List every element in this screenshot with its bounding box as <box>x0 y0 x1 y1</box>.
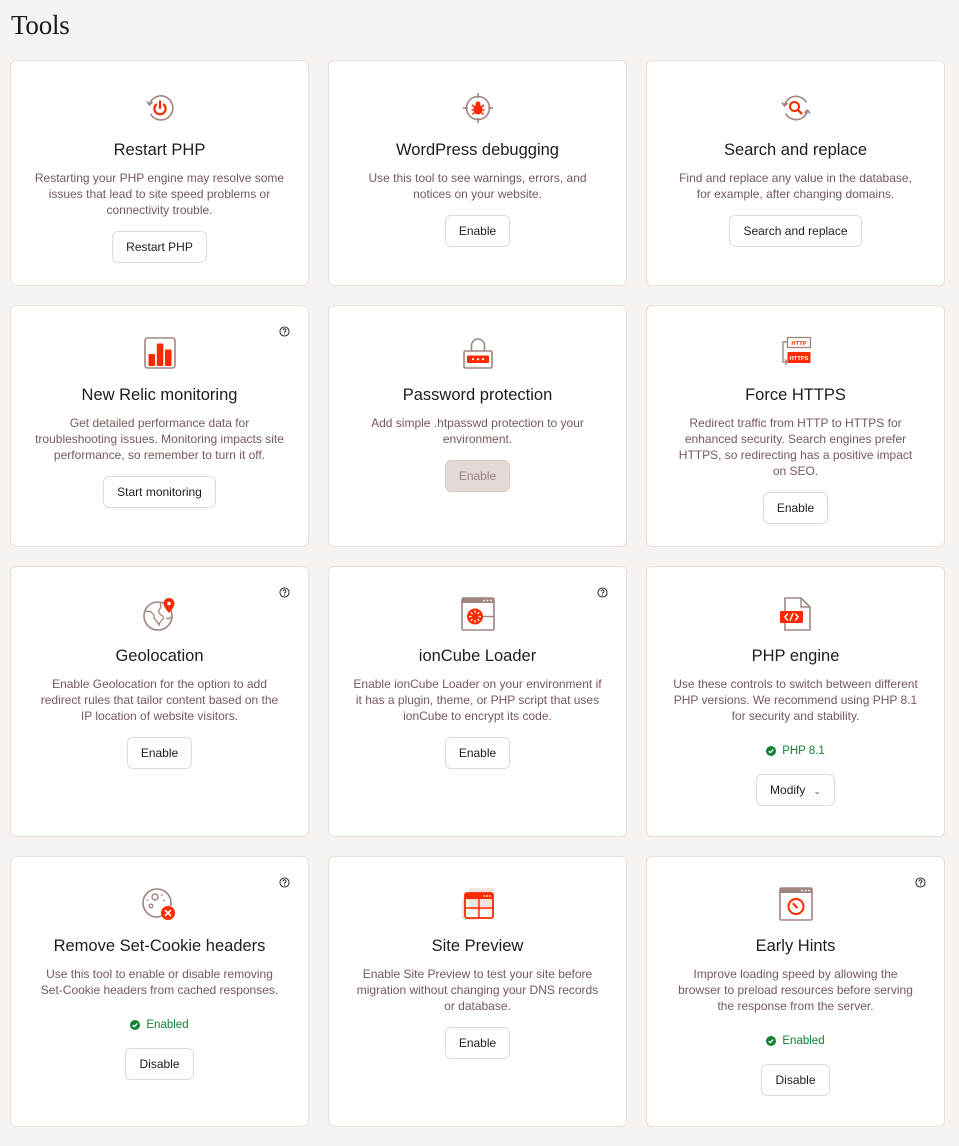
card-description: Find and replace any value in the databa… <box>679 171 912 201</box>
bug-target-icon <box>329 89 626 127</box>
check-circle-icon <box>766 746 777 756</box>
chevron-down-icon: ⌄ <box>813 786 821 796</box>
tool-card-php-engine: PHP engine Use these controls to switch … <box>646 566 945 837</box>
tool-card-site-preview: Site Preview Enable Site Preview to test… <box>328 856 627 1127</box>
http-to-https-icon: HTTP HTTPS <box>647 334 944 372</box>
enable-force-https-button[interactable]: Enable <box>762 492 829 524</box>
modify-php-dropdown[interactable]: Modify ⌄ <box>756 774 835 806</box>
browser-loader-icon <box>329 595 626 633</box>
page-title: Tools <box>11 10 70 40</box>
help-icon[interactable] <box>279 587 290 598</box>
disable-set-cookie-button[interactable]: Disable <box>125 1048 194 1080</box>
card-title: Remove Set-Cookie headers <box>53 937 266 955</box>
card-title: Site Preview <box>431 937 524 955</box>
help-icon[interactable] <box>279 326 290 337</box>
enable-debugging-button[interactable]: Enable <box>444 215 511 247</box>
restart-php-button[interactable]: Restart PHP <box>112 231 207 263</box>
status-text: Enabled <box>782 1035 825 1047</box>
status-text: PHP 8.1 <box>782 745 825 757</box>
card-description: Use this tool to enable or disable remov… <box>40 967 279 997</box>
card-description: Restarting your PHP engine may resolve s… <box>34 171 285 217</box>
tool-card-remove-set-cookie-headers: Remove Set-Cookie headers Use this tool … <box>10 856 309 1127</box>
card-title: PHP engine <box>751 647 840 665</box>
card-description: Add simple .htpasswd protection to your … <box>371 416 584 446</box>
search-replace-icon <box>647 89 944 127</box>
restart-power-icon <box>11 89 308 127</box>
tool-card-new-relic-monitoring: New Relic monitoring Get detailed perfor… <box>10 305 309 547</box>
php-version-status: PHP 8.1 <box>647 745 944 757</box>
tool-card-geolocation: Geolocation Enable Geolocation for the o… <box>10 566 309 837</box>
status-text: Enabled <box>146 1019 189 1031</box>
modify-label: Modify <box>770 783 806 797</box>
enable-ioncube-button[interactable]: Enable <box>444 737 511 769</box>
card-description: Use these controls to switch between dif… <box>673 677 918 723</box>
tool-card-wordpress-debugging: WordPress debugging Use this tool to see… <box>328 60 627 286</box>
tool-card-ioncube-loader: ionCube Loader Enable ionCube Loader on … <box>328 566 627 837</box>
tool-card-password-protection: Password protection Add simple .htpasswd… <box>328 305 627 547</box>
card-description: Improve loading speed by allowing the br… <box>678 967 913 1013</box>
card-title: Password protection <box>402 386 553 404</box>
browser-gauge-icon <box>647 885 944 923</box>
card-description: Redirect traffic from HTTP to HTTPS for … <box>678 416 913 478</box>
card-title: ionCube Loader <box>418 647 537 665</box>
help-icon[interactable] <box>597 587 608 598</box>
https-label: HTTPS <box>789 356 808 362</box>
enabled-status: Enabled <box>647 1035 944 1047</box>
tool-card-restart-php: Restart PHP Restarting your PHP engine m… <box>10 60 309 286</box>
card-description: Get detailed performance data for troubl… <box>35 416 284 462</box>
card-title: Search and replace <box>723 141 868 159</box>
search-and-replace-button[interactable]: Search and replace <box>729 215 862 247</box>
cookie-remove-icon <box>11 885 308 923</box>
disable-early-hints-button[interactable]: Disable <box>761 1064 830 1096</box>
tool-card-force-https: HTTP HTTPS Force HTTPS Redirect traffic … <box>646 305 945 547</box>
check-circle-icon <box>766 1036 777 1046</box>
http-label: HTTP <box>791 341 806 347</box>
card-title: Early Hints <box>755 937 836 955</box>
site-preview-icon <box>329 885 626 923</box>
enable-site-preview-button[interactable]: Enable <box>444 1027 511 1059</box>
card-title: Geolocation <box>115 647 204 665</box>
card-description: Enable Geolocation for the option to add… <box>40 677 279 723</box>
lock-password-icon <box>329 334 626 372</box>
bar-chart-icon <box>11 334 308 372</box>
card-title: Restart PHP <box>113 141 206 159</box>
tools-grid: Restart PHP Restarting your PHP engine m… <box>10 60 945 1127</box>
card-title: New Relic monitoring <box>81 386 238 404</box>
enable-password-protection-button[interactable]: Enable <box>444 460 511 492</box>
card-title: Force HTTPS <box>745 386 846 404</box>
tool-card-early-hints: Early Hints Improve loading speed by all… <box>646 856 945 1127</box>
globe-pin-icon <box>11 595 308 633</box>
enabled-status: Enabled <box>11 1019 308 1031</box>
card-description: Use this tool to see warnings, errors, a… <box>368 171 587 201</box>
help-icon[interactable] <box>279 877 290 888</box>
enable-geolocation-button[interactable]: Enable <box>126 737 193 769</box>
card-description: Enable Site Preview to test your site be… <box>356 967 599 1013</box>
check-circle-icon <box>130 1020 141 1030</box>
help-icon[interactable] <box>915 877 926 888</box>
card-description: Enable ionCube Loader on your environmen… <box>353 677 602 723</box>
tool-card-search-and-replace: Search and replace Find and replace any … <box>646 60 945 286</box>
card-title: WordPress debugging <box>396 141 559 159</box>
code-file-icon <box>647 595 944 633</box>
start-monitoring-button[interactable]: Start monitoring <box>103 476 216 508</box>
